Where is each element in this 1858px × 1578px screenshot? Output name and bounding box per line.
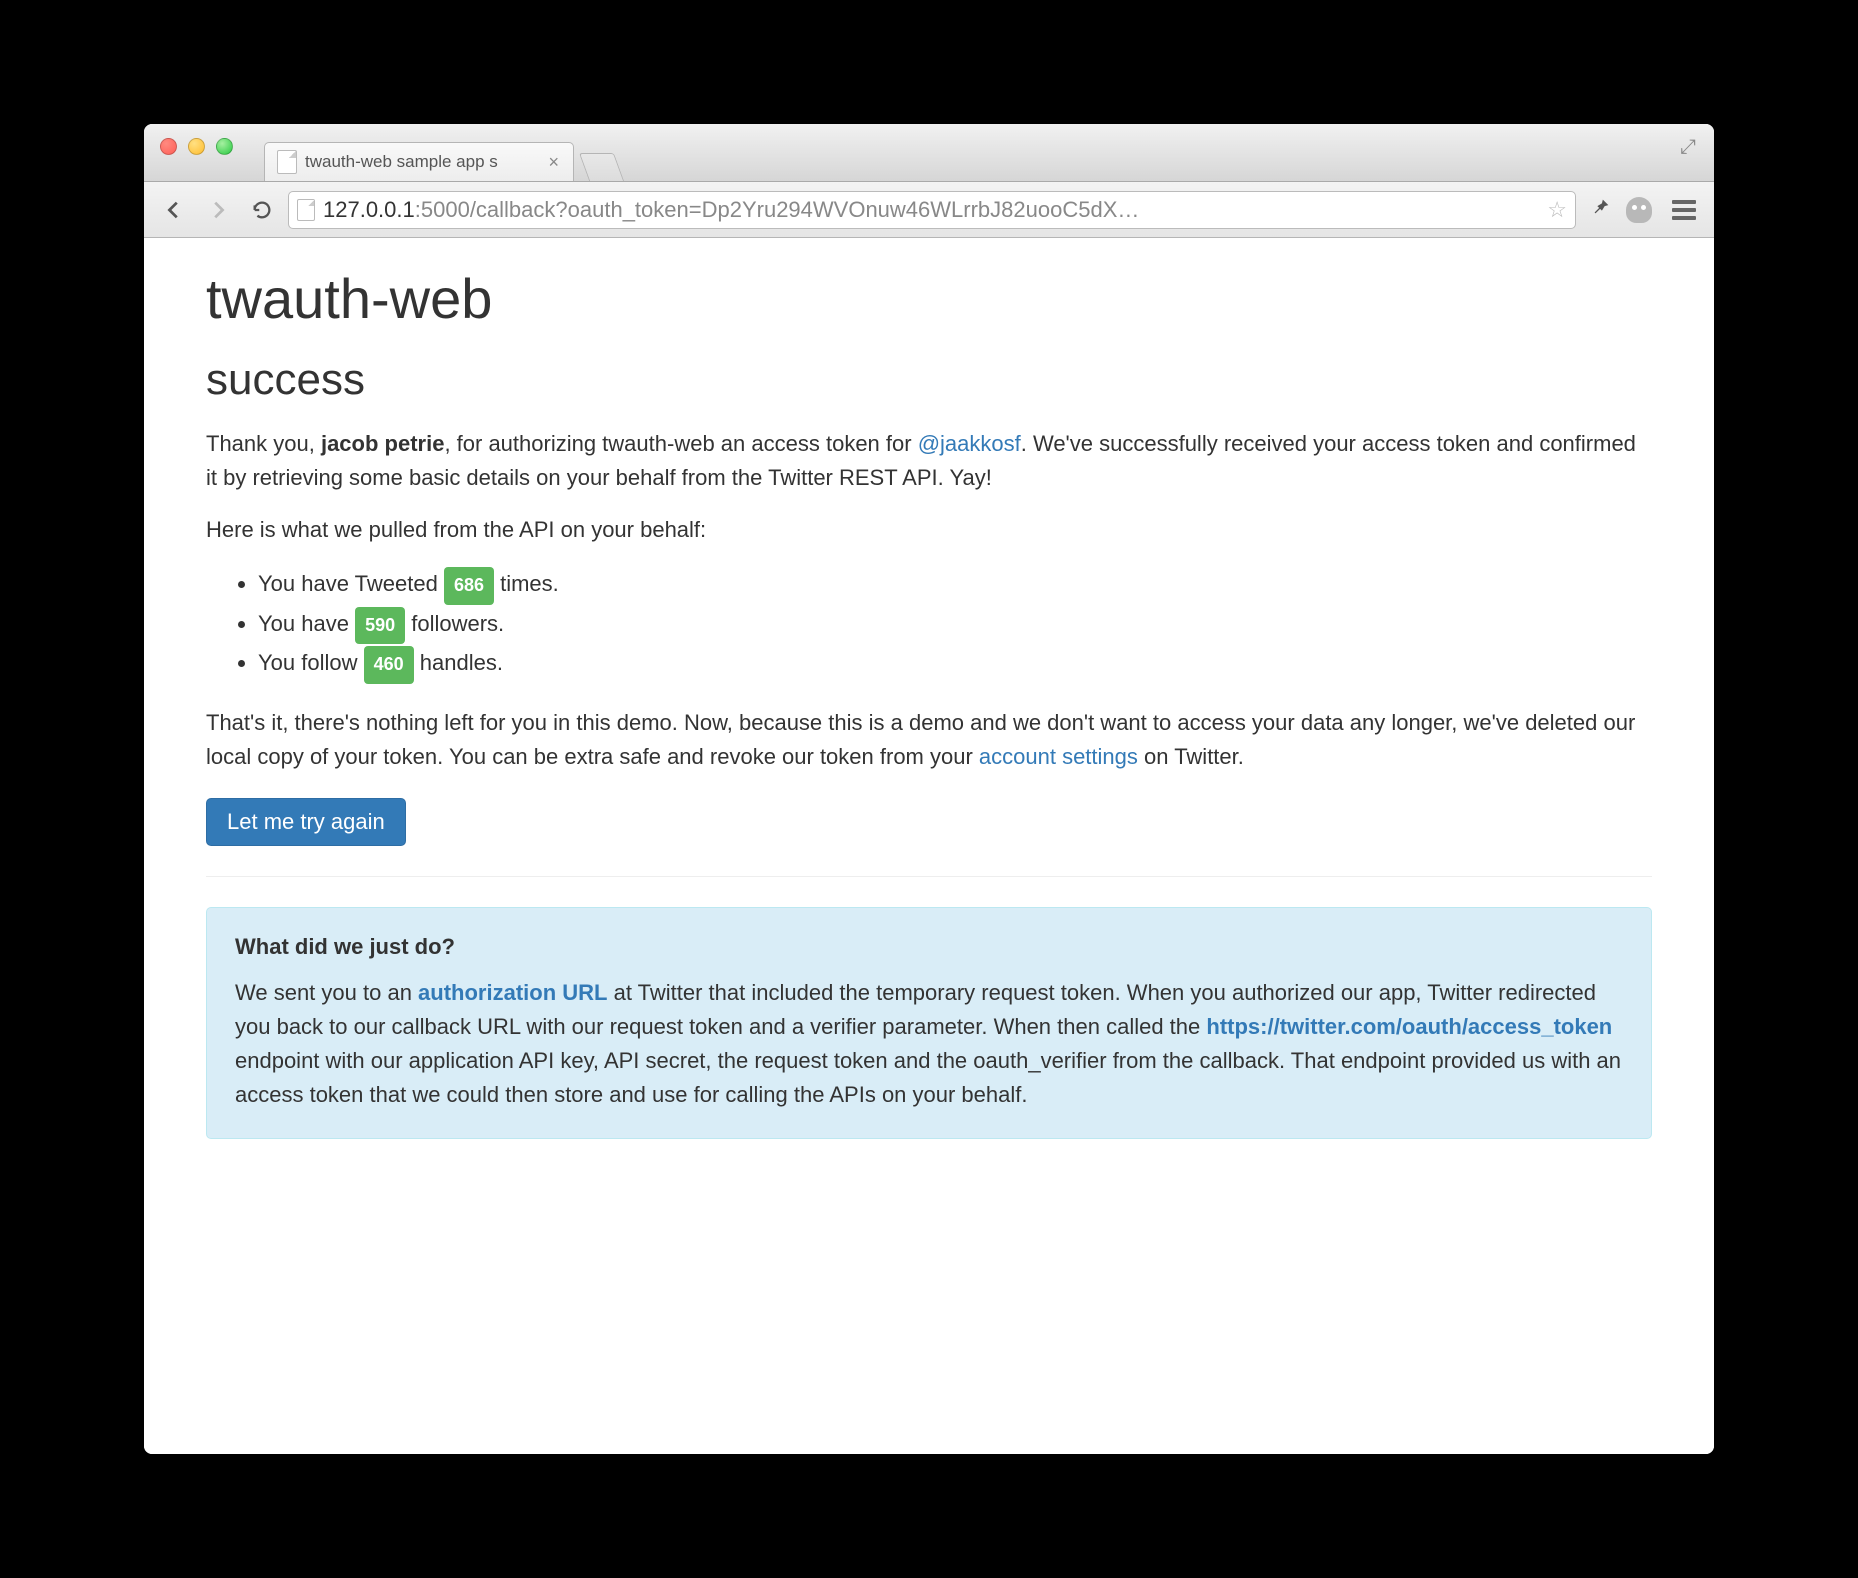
page-content: twauth-web success Thank you, jacob petr… — [144, 238, 1714, 1454]
well-body: We sent you to an authorization URL at T… — [235, 976, 1623, 1112]
minimize-window-button[interactable] — [188, 138, 205, 155]
try-again-button[interactable]: Let me try again — [206, 798, 406, 846]
forward-button[interactable] — [200, 192, 236, 228]
authorization-url-link[interactable]: authorization URL — [418, 980, 607, 1005]
file-icon — [277, 150, 297, 174]
traffic-lights — [160, 138, 233, 155]
list-item: You follow 460 handles. — [258, 644, 1652, 684]
toolbar: 127.0.0.1:5000/callback?oauth_token=Dp2Y… — [144, 182, 1714, 238]
browser-window: twauth-web sample app s × ⤢ 127.0.0.1:50… — [144, 124, 1714, 1454]
titlebar: twauth-web sample app s × ⤢ — [144, 124, 1714, 182]
list-item: You have 590 followers. — [258, 605, 1652, 645]
thank-you-paragraph: Thank you, jacob petrie, for authorizing… — [206, 427, 1652, 495]
file-icon — [297, 199, 315, 221]
ghostery-icon[interactable] — [1626, 197, 1660, 223]
pin-icon[interactable] — [1584, 196, 1618, 224]
bookmark-star-icon[interactable]: ☆ — [1547, 197, 1567, 223]
tab-strip: twauth-web sample app s × — [264, 124, 619, 181]
url-bar[interactable]: 127.0.0.1:5000/callback?oauth_token=Dp2Y… — [288, 191, 1576, 229]
followers-badge: 590 — [355, 607, 405, 645]
info-well: What did we just do? We sent you to an a… — [206, 907, 1652, 1139]
tweets-badge: 686 — [444, 567, 494, 605]
back-button[interactable] — [156, 192, 192, 228]
url-host: 127.0.0.1 — [323, 197, 415, 222]
url-path: /callback?oauth_token=Dp2Yru294WVOnuw46W… — [470, 197, 1140, 222]
closing-paragraph: That's it, there's nothing left for you … — [206, 706, 1652, 774]
browser-tab[interactable]: twauth-web sample app s × — [264, 142, 574, 181]
url-port: :5000 — [415, 197, 470, 222]
tab-title: twauth-web sample app s — [305, 152, 540, 172]
twitter-handle-link[interactable]: @jaakkosf — [918, 431, 1021, 456]
pulled-intro: Here is what we pulled from the API on y… — [206, 513, 1652, 547]
following-badge: 460 — [364, 646, 414, 684]
list-item: You have Tweeted 686 times. — [258, 565, 1652, 605]
url-text: 127.0.0.1:5000/callback?oauth_token=Dp2Y… — [323, 197, 1539, 223]
page-subtitle: success — [206, 355, 1652, 405]
user-name: jacob petrie — [321, 431, 444, 456]
account-settings-link[interactable]: account settings — [979, 744, 1138, 769]
page-title: twauth-web — [206, 266, 1652, 331]
close-window-button[interactable] — [160, 138, 177, 155]
menu-button[interactable] — [1668, 196, 1702, 224]
reload-button[interactable] — [244, 192, 280, 228]
fullscreen-icon[interactable]: ⤢ — [1680, 136, 1696, 159]
close-tab-icon[interactable]: × — [548, 152, 559, 173]
access-token-url-link[interactable]: https://twitter.com/oauth/access_token — [1206, 1014, 1612, 1039]
divider — [206, 876, 1652, 877]
new-tab-button[interactable] — [579, 153, 624, 181]
well-title: What did we just do? — [235, 934, 1623, 960]
stats-list: You have Tweeted 686 times. You have 590… — [258, 565, 1652, 684]
maximize-window-button[interactable] — [216, 138, 233, 155]
